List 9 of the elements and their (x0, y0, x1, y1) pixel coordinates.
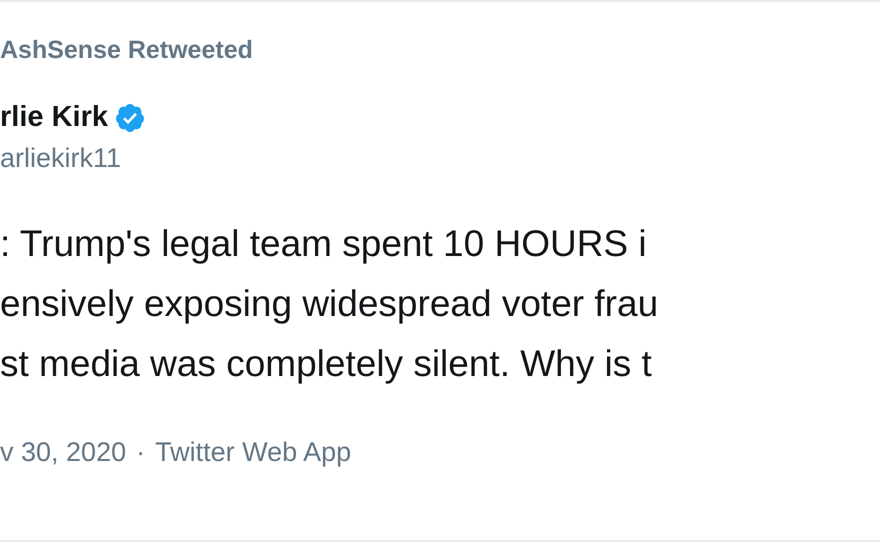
retweet-label: AshSense Retweeted (0, 35, 254, 66)
author-handle[interactable]: arliekirk11 (0, 138, 880, 172)
tweet-text-line: : Trump's legal team spent 10 HOURS i (0, 222, 647, 266)
tweet-source[interactable]: Twitter Web App (155, 432, 352, 472)
separator-dot: · (136, 436, 146, 469)
tweet-text-line: st media was completely silent. Why is t (0, 342, 652, 386)
tweet-text-line: ensively exposing widespread voter frau (0, 282, 658, 326)
tweet-date[interactable]: v 30, 2020 (0, 432, 126, 472)
author-name[interactable]: rlie Kirk (0, 96, 108, 140)
